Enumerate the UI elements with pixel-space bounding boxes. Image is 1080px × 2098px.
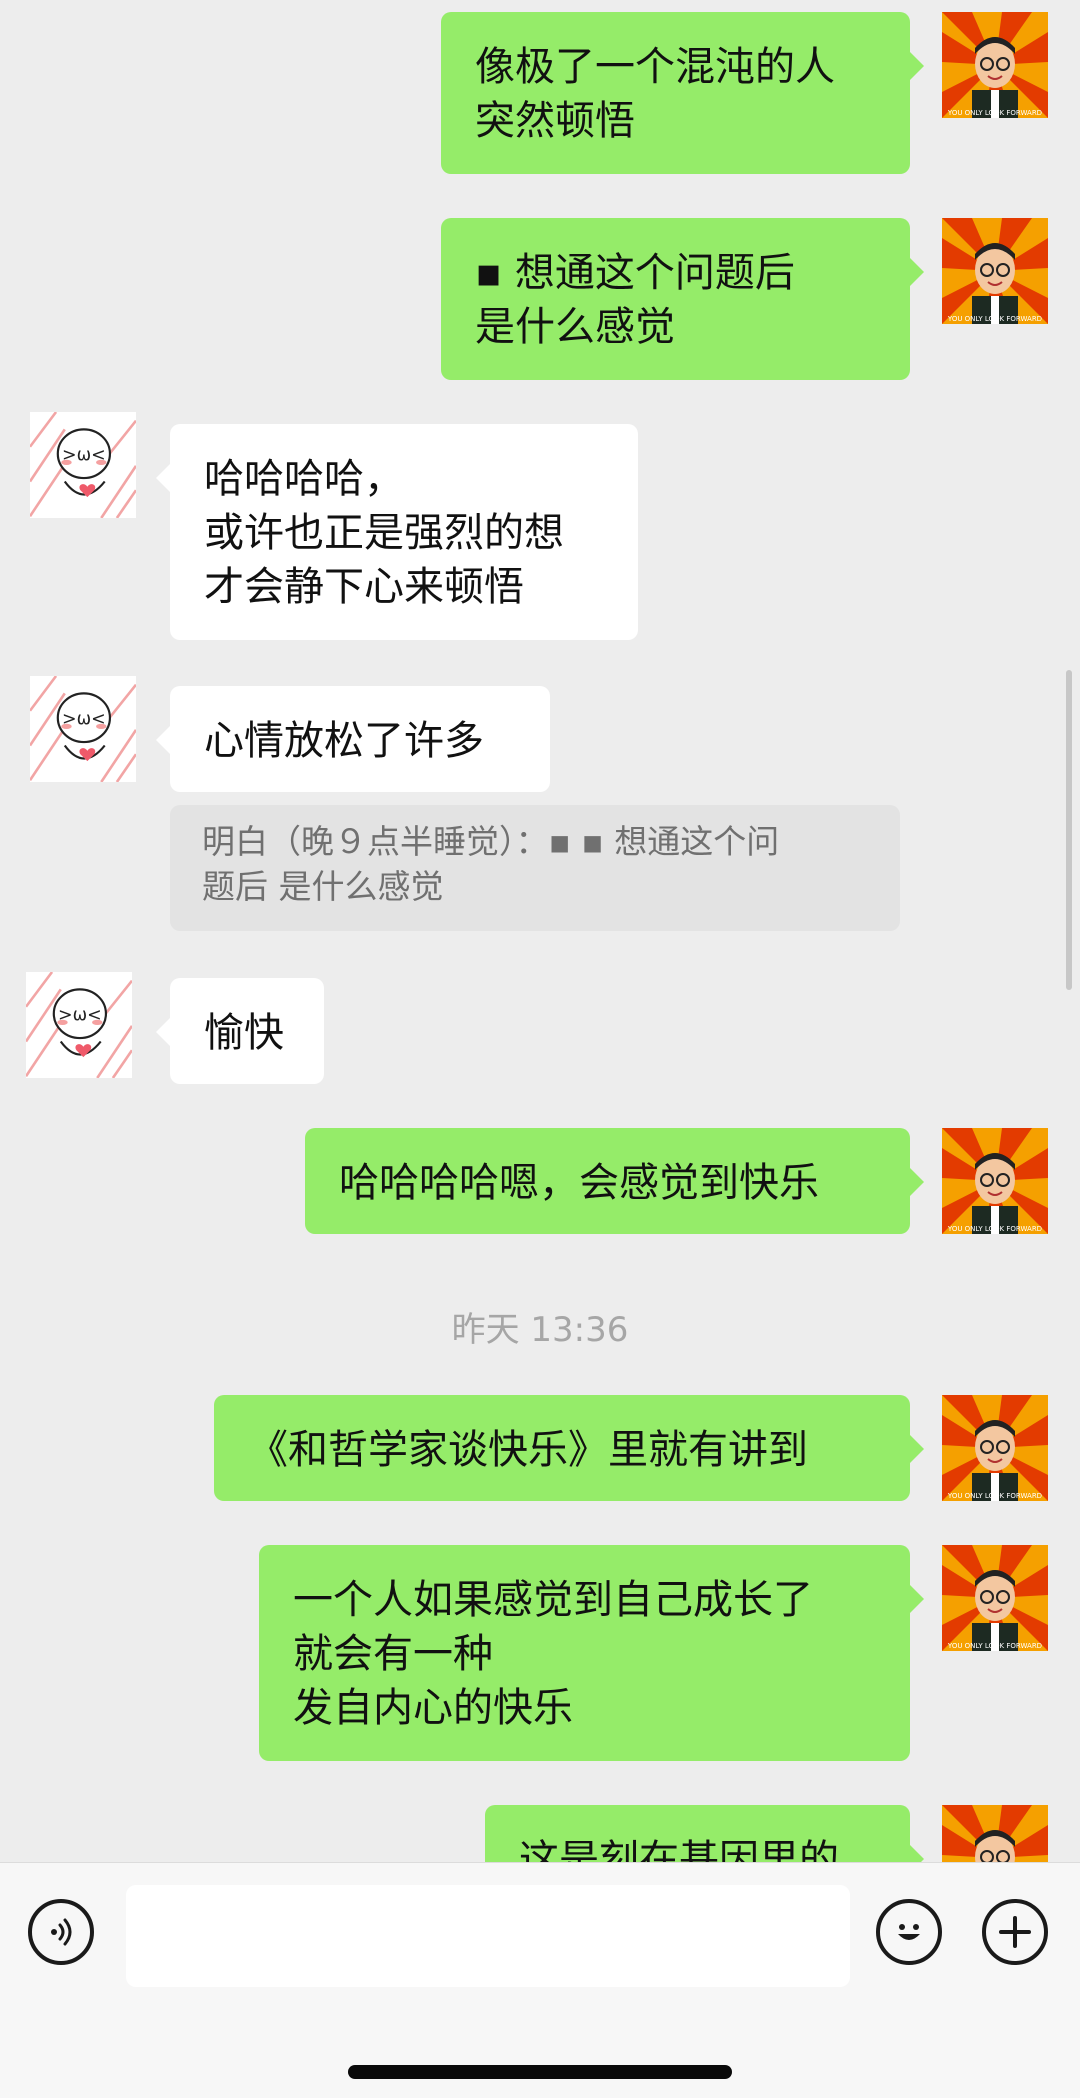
- self-avatar[interactable]: YOU ONLY LOOK FORWARD: [942, 218, 1048, 324]
- contact-avatar[interactable]: >ω<: [30, 676, 152, 798]
- message-bubble-outgoing[interactable]: 一个人如果感觉到自己成长了 就会有一种 发自内心的快乐: [259, 1545, 924, 1761]
- avatar-caption: YOU ONLY LOOK FORWARD: [947, 109, 1042, 117]
- plus-icon: [997, 1914, 1033, 1950]
- message-bubble-outgoing[interactable]: 这是刻在基因里的: [485, 1805, 924, 1862]
- contact-avatar[interactable]: >ω<: [26, 972, 142, 1088]
- self-avatar[interactable]: YOU ONLY LOOK FORWARD: [942, 12, 1048, 118]
- contact-avatar[interactable]: >ω<: [30, 412, 152, 534]
- chat-area[interactable]: 像极了一个混沌的人 突然顿悟 YOU ONLY LOOK FORWARD ▪ 想…: [0, 0, 1080, 1862]
- voice-button[interactable]: [28, 1899, 94, 1965]
- plus-button[interactable]: [982, 1899, 1048, 1965]
- message-bubble-outgoing[interactable]: 《和哲学家谈快乐》里就有讲到: [214, 1395, 924, 1501]
- message-bubble-outgoing[interactable]: 像极了一个混沌的人 突然顿悟: [441, 12, 924, 174]
- self-avatar[interactable]: [942, 1805, 1048, 1862]
- message-bubble-outgoing[interactable]: ▪ 想通这个问题后 是什么感觉: [441, 218, 924, 380]
- avatar-caption: YOU ONLY LOOK FORWARD: [947, 1492, 1042, 1500]
- scrollbar[interactable]: [1066, 670, 1072, 990]
- self-avatar[interactable]: YOU ONLY LOOK FORWARD: [942, 1545, 1048, 1651]
- message-bubble-incoming[interactable]: 愉快: [156, 978, 324, 1084]
- message-bubble-outgoing[interactable]: 哈哈哈哈嗯，会感觉到快乐: [305, 1128, 924, 1234]
- message-bubble-incoming[interactable]: 哈哈哈哈， 或许也正是强烈的想 才会静下心来顿悟: [156, 424, 638, 640]
- quoted-reply[interactable]: 明白（晚９点半睡觉）：▪ ▪ 想通这个问 题后 是什么感觉: [170, 805, 900, 931]
- emoji-button[interactable]: [876, 1899, 942, 1965]
- timestamp: 昨天 13:36: [451, 1310, 629, 1350]
- self-avatar[interactable]: YOU ONLY LOOK FORWARD: [942, 1395, 1048, 1501]
- voice-icon: [44, 1915, 78, 1949]
- avatar-caption: YOU ONLY LOOK FORWARD: [947, 1642, 1042, 1650]
- message-input[interactable]: [126, 1885, 850, 1987]
- message-bubble-incoming[interactable]: 心情放松了许多: [156, 686, 550, 792]
- avatar-caption: YOU ONLY LOOK FORWARD: [947, 1225, 1042, 1233]
- emoji-icon: [889, 1912, 929, 1952]
- avatar-caption: YOU ONLY LOOK FORWARD: [947, 315, 1042, 323]
- home-indicator[interactable]: [348, 2065, 732, 2079]
- input-bar: [0, 1862, 1080, 2098]
- self-avatar[interactable]: YOU ONLY LOOK FORWARD: [942, 1128, 1048, 1234]
